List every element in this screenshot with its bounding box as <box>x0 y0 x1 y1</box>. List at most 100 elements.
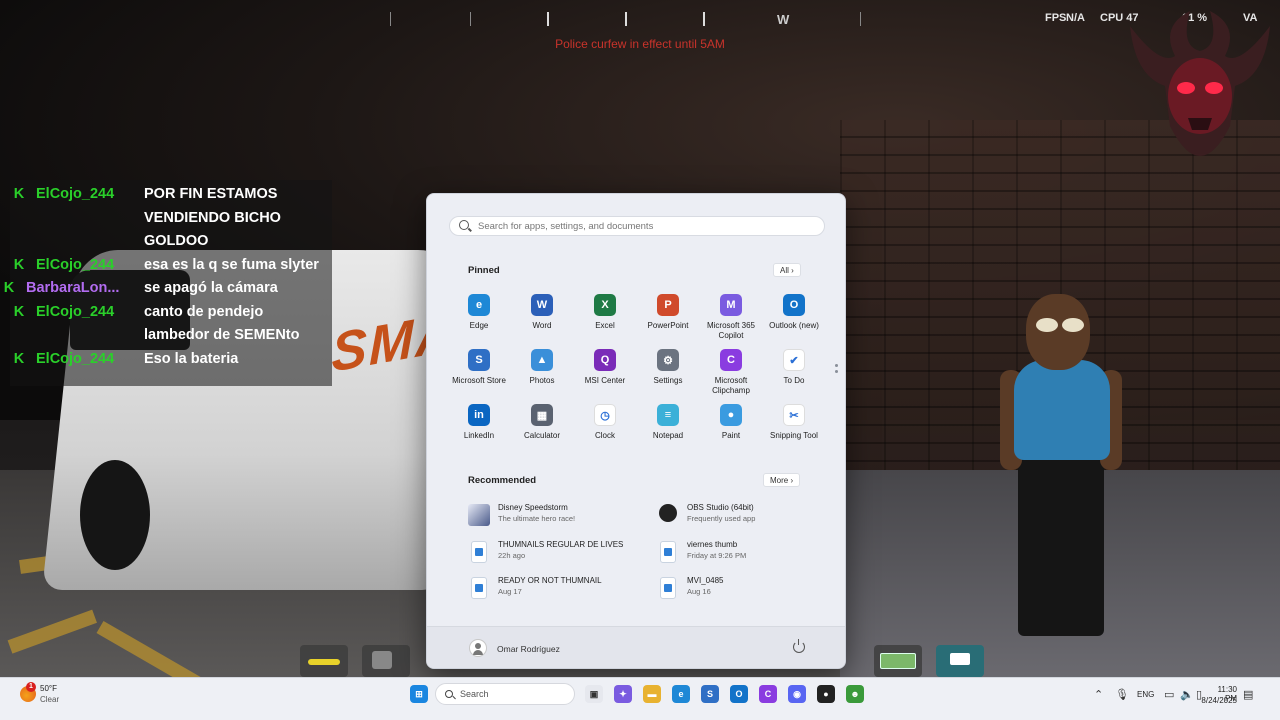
recommended-item[interactable]: OBS Studio (64bit) Frequently used app <box>657 502 827 530</box>
hotbar-slot-cash[interactable] <box>874 645 922 677</box>
recommended-item[interactable]: THUMNAILS REGULAR DE LIVES 22h ago <box>468 539 638 567</box>
chat-message: K ElCojo_244 Eso la bateria <box>10 348 332 372</box>
pinned-app-tile[interactable]: ✂ Snipping Tool <box>762 404 826 454</box>
word-icon: W <box>531 294 553 316</box>
recommended-item[interactable]: MVI_0485 Aug 16 <box>657 575 827 603</box>
notification-icon[interactable]: ▤ <box>1243 688 1253 701</box>
pinned-app-label: Microsoft Clipchamp <box>712 376 750 395</box>
hotbar-slot-item[interactable] <box>362 645 410 677</box>
file-explorer-icon[interactable]: ▬ <box>643 685 661 703</box>
pinned-app-tile[interactable]: P PowerPoint <box>636 294 700 344</box>
clipchamp-taskbar-icon[interactable]: C <box>759 685 777 703</box>
pinned-app-label: To Do <box>783 376 805 385</box>
recommended-subtitle: Aug 17 <box>498 587 522 596</box>
recommended-title: Disney Speedstorm <box>498 503 568 512</box>
microphone-icon[interactable]: 🎙 <box>1115 688 1129 701</box>
task-view-icon[interactable]: ▣ <box>585 685 603 703</box>
pinned-app-tile[interactable]: ▲ Photos <box>510 349 574 399</box>
all-apps-button[interactable]: All › <box>773 263 801 277</box>
pinned-app-label: Excel <box>595 321 615 330</box>
disney-speedstorm-icon <box>468 504 490 526</box>
pinned-app-label: PowerPoint <box>647 321 689 330</box>
fps-label: FPS <box>1045 12 1067 24</box>
pinned-app-tile[interactable]: ● Paint <box>699 404 763 454</box>
notepad-icon: ≡ <box>657 404 679 426</box>
chat-username: ElCojo_244 <box>36 186 115 202</box>
chevron-up-icon[interactable]: ⌃ <box>1094 688 1103 701</box>
pinned-app-tile[interactable]: ◷ Clock <box>573 404 637 454</box>
recommended-subtitle: 22h ago <box>498 551 526 560</box>
user-avatar-icon[interactable] <box>469 639 487 657</box>
recommended-title: Recommended <box>468 475 537 486</box>
network-icon[interactable]: ▭ <box>1164 688 1174 701</box>
pinned-app-tile[interactable]: e Edge <box>447 294 511 344</box>
obs-taskbar-icon[interactable]: ● <box>817 685 835 703</box>
pinned-app-tile[interactable]: Q MSI Center <box>573 349 637 399</box>
pinned-app-tile[interactable]: S Microsoft Store <box>447 349 511 399</box>
recommended-item[interactable]: READY OR NOT THUMNAIL Aug 17 <box>468 575 638 603</box>
pinned-app-tile[interactable]: O Outlook (new) <box>762 294 826 344</box>
clock-date[interactable]: 8/24/2025 <box>1198 696 1237 705</box>
copilot-icon: M <box>720 294 742 316</box>
pinned-title: Pinned <box>468 265 500 276</box>
pinned-app-label: LinkedIn <box>463 431 495 440</box>
hotbar-slot-card[interactable] <box>936 645 984 677</box>
edge-taskbar-icon[interactable]: e <box>672 685 690 703</box>
chat-username: BarbaraLon... <box>26 280 120 296</box>
pinned-app-tile[interactable]: in LinkedIn <box>447 404 511 454</box>
obs-icon <box>659 504 677 522</box>
chat-message: K BarbaraLon... se apagó la cámara <box>4 277 332 301</box>
pinned-app-tile[interactable]: X Excel <box>573 294 637 344</box>
compass-bar: W <box>380 8 880 32</box>
pinned-app-tile[interactable]: M Microsoft 365 Copilot <box>699 294 763 344</box>
chat-message: K ElCojo_244 POR FIN ESTAMOS VENDIENDO B… <box>10 183 332 254</box>
user-name[interactable]: Omar Rodríguez <box>497 644 560 654</box>
recommended-subtitle: Frequently used app <box>687 514 756 523</box>
hotbar-slot-skateboard[interactable] <box>300 645 348 677</box>
pinned-app-tile[interactable]: ⚙ Settings <box>636 349 700 399</box>
chat-username: ElCojo_244 <box>36 303 115 320</box>
page-indicator[interactable] <box>835 364 838 376</box>
pinned-app-label: Edge <box>469 321 489 330</box>
pinned-app-label: Photos <box>529 376 555 385</box>
outlook-taskbar-icon[interactable]: O <box>730 685 748 703</box>
recommended-item[interactable]: Disney Speedstorm The ultimate hero race! <box>468 502 638 530</box>
windows-start-icon[interactable]: ⊞ <box>410 685 428 703</box>
recommended-subtitle: Aug 16 <box>687 587 711 596</box>
pinned-app-tile[interactable]: ▦ Calculator <box>510 404 574 454</box>
start-search-input[interactable]: Search for apps, settings, and documents <box>449 216 825 236</box>
language-indicator[interactable]: ENG <box>1137 690 1154 699</box>
store-taskbar-icon[interactable]: S <box>701 685 719 703</box>
start-search-placeholder: Search for apps, settings, and documents <box>478 221 654 232</box>
compass-heading: W <box>777 12 790 27</box>
chat-message: K ElCojo_244 canto de pendejo lambedor d… <box>10 301 332 348</box>
recommended-subtitle: The ultimate hero race! <box>498 514 576 523</box>
chat-text: canto de pendejo lambedor de SEMENto <box>144 303 300 344</box>
pinned-app-tile[interactable]: C Microsoft Clipchamp <box>699 349 763 399</box>
recommended-title: viernes thumb <box>687 540 738 549</box>
fps-value: N/A <box>1066 12 1085 24</box>
discord-icon[interactable]: ◉ <box>788 685 806 703</box>
excel-icon: X <box>594 294 616 316</box>
recommended-item[interactable]: viernes thumb Friday at 9:26 PM <box>657 539 827 567</box>
copilot-app-icon[interactable]: ✦ <box>614 685 632 703</box>
taskbar: 1 50°F Clear ⊞ ▣ ✦ ▬ e S O C ◉ ● ☻ Search ⌃ 🎙 ENG … <box>0 677 1280 720</box>
compass-tick <box>390 12 391 26</box>
power-icon[interactable] <box>793 639 805 653</box>
todo-icon: ✔ <box>783 349 805 371</box>
chat-text: POR FIN ESTAMOS VENDIENDO BICHO GOLDOO <box>144 186 281 249</box>
pinned-app-label: MSI Center <box>584 376 626 385</box>
volume-icon[interactable]: 🔈 <box>1180 688 1194 701</box>
photos-icon: ▲ <box>531 349 553 371</box>
taskbar-search[interactable]: Search <box>435 683 575 705</box>
pinned-app-tile[interactable]: W Word <box>510 294 574 344</box>
image-file-icon <box>471 541 487 563</box>
pinned-app-tile[interactable]: ≡ Notepad <box>636 404 700 454</box>
clock-icon: ◷ <box>594 404 616 426</box>
more-button[interactable]: More › <box>763 473 801 487</box>
game-taskbar-icon[interactable]: ☻ <box>846 685 864 703</box>
pinned-app-label: Microsoft Store <box>452 376 506 385</box>
skateboard-icon <box>308 659 340 665</box>
pinned-app-tile[interactable]: ✔ To Do <box>762 349 826 399</box>
pinned-app-label: Settings <box>653 376 683 385</box>
